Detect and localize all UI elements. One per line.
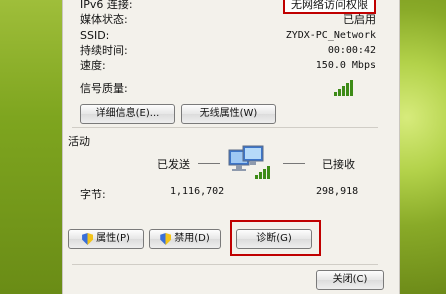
disable-button[interactable]: 禁用(D) (149, 229, 221, 249)
properties-button-label: 属性(P) (96, 233, 130, 244)
desktop-background-left (0, 0, 70, 294)
signal-row: 信号质量: (80, 82, 376, 96)
activity-title: 活动 (68, 135, 90, 148)
disable-button-label: 禁用(D) (174, 233, 210, 244)
bytes-label: 字节: (80, 188, 106, 201)
bytes-received-value: 298,918 (316, 186, 359, 197)
wireless-properties-label: 无线属性(W) (199, 108, 258, 119)
shield-icon (82, 233, 94, 245)
signal-bars-icon (334, 80, 353, 96)
ipv6-label: IPv6 连接: (80, 0, 133, 11)
sent-line (198, 163, 220, 164)
close-button-label: 关闭(C) (332, 274, 368, 285)
sent-label: 已发送 (157, 158, 190, 171)
ipv6-value: 无网络访问权限 (283, 0, 376, 14)
ssid-row: SSID: ZYDX-PC_Network (80, 29, 376, 43)
wireless-properties-button[interactable]: 无线属性(W) (181, 104, 276, 124)
duration-label: 持续时间: (80, 44, 128, 57)
ipv6-row: IPv6 连接: 无网络访问权限 (80, 0, 376, 14)
media-label: 媒体状态: (80, 13, 128, 26)
speed-value: 150.0 Mbps (315, 60, 376, 71)
details-button-label: 详细信息(E)... (95, 108, 160, 119)
bytes-sent-value: 1,116,702 (170, 186, 225, 197)
footer-divider (72, 264, 378, 265)
signal-label: 信号质量: (80, 82, 128, 95)
ssid-label: SSID: (80, 29, 110, 42)
diagnose-highlight (230, 220, 321, 256)
speed-label: 速度: (80, 59, 106, 72)
duration-value: 00:00:42 (327, 45, 376, 56)
network-computers-icon (227, 144, 271, 190)
speed-row: 速度: 150.0 Mbps (80, 59, 376, 73)
received-line (283, 163, 305, 164)
received-label: 已接收 (322, 158, 355, 171)
ssid-value: ZYDX-PC_Network (285, 30, 376, 41)
close-button[interactable]: 关闭(C) (316, 270, 384, 290)
media-value: 已启用 (343, 13, 376, 26)
media-row: 媒体状态: 已启用 (80, 13, 376, 27)
shield-icon (160, 233, 172, 245)
details-button[interactable]: 详细信息(E)... (80, 104, 175, 124)
section-divider (72, 127, 378, 128)
duration-row: 持续时间: 00:00:42 (80, 44, 376, 58)
properties-button[interactable]: 属性(P) (68, 229, 144, 249)
